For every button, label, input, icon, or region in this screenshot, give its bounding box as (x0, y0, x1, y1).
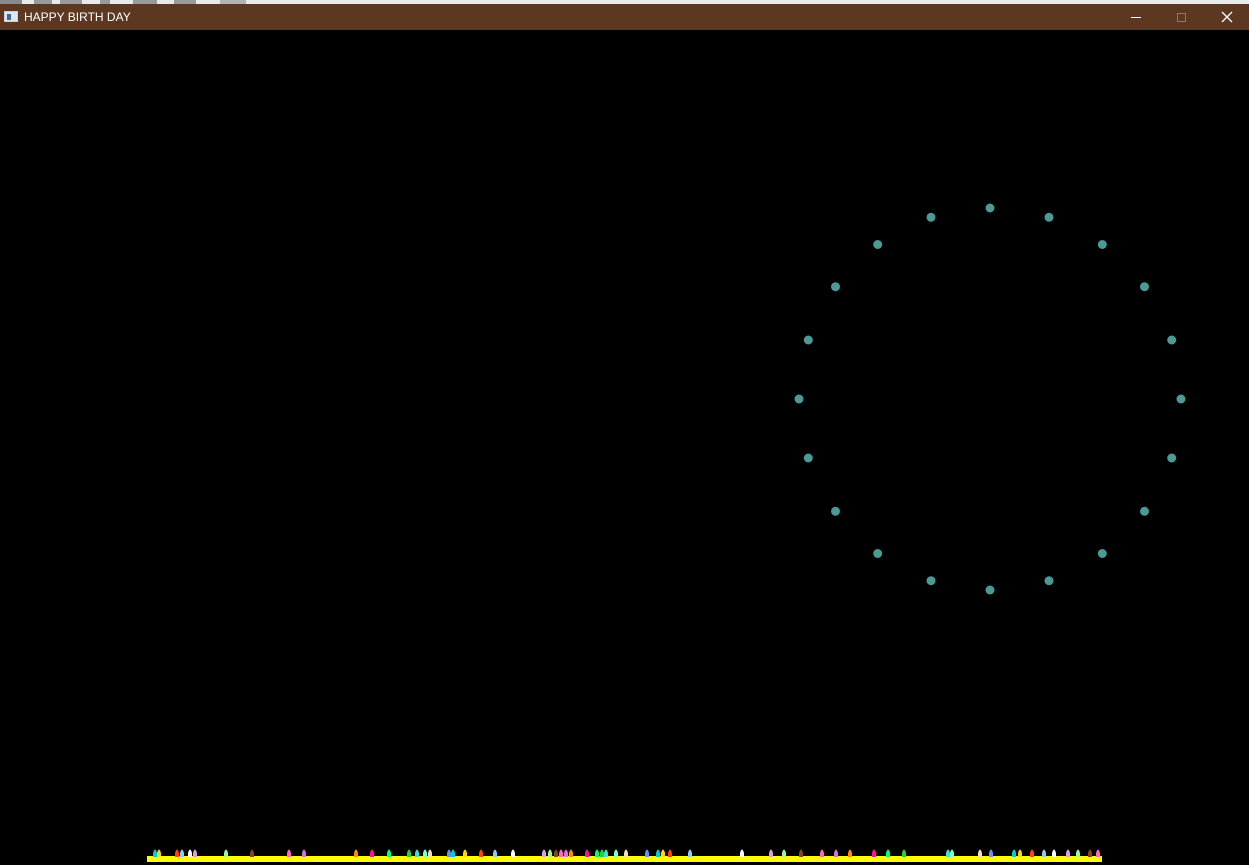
candle (175, 849, 179, 857)
candle (542, 849, 546, 857)
candle (153, 849, 157, 857)
candle (688, 849, 692, 857)
firework-spark (1167, 453, 1177, 463)
candle (1012, 849, 1016, 857)
firework-spark (926, 212, 936, 222)
candle (740, 849, 744, 857)
candle (946, 849, 950, 857)
candle (978, 849, 982, 857)
candle (1096, 849, 1100, 857)
firework-spark (1167, 335, 1177, 345)
candle (387, 849, 391, 857)
candle (604, 849, 608, 857)
candle (250, 849, 254, 857)
firework-spark (803, 335, 813, 345)
candle (559, 849, 563, 857)
window-title: HAPPY BIRTH DAY (24, 10, 131, 24)
firework-spark (1097, 240, 1107, 249)
game-canvas[interactable] (0, 30, 1249, 865)
candle (302, 849, 306, 857)
candle (564, 849, 568, 857)
close-icon (1221, 11, 1233, 23)
candle (834, 849, 838, 857)
firework-spark (1140, 282, 1149, 292)
candle (656, 849, 660, 857)
firework-spark (1044, 212, 1054, 222)
app-icon (4, 11, 18, 22)
candle (614, 849, 618, 857)
candle (799, 849, 803, 857)
candle (548, 849, 552, 857)
firework-spark (794, 394, 804, 404)
candle (1076, 849, 1080, 857)
candle (902, 849, 906, 857)
firework-spark (1044, 576, 1054, 586)
candle (511, 849, 515, 857)
candle (782, 849, 786, 857)
candle (287, 849, 291, 857)
candles (153, 849, 1100, 857)
firework (794, 203, 1186, 595)
firework-spark (873, 240, 883, 249)
candle (193, 849, 197, 857)
candle (569, 849, 573, 857)
firework-spark (985, 203, 995, 213)
minimize-button[interactable] (1113, 4, 1159, 30)
candle (180, 849, 184, 857)
maximize-button[interactable] (1158, 4, 1204, 30)
firework-spark (926, 576, 936, 586)
candle (872, 849, 876, 857)
title-bar[interactable]: HAPPY BIRTH DAY (0, 4, 1249, 30)
candle (370, 849, 374, 857)
firework-spark (1176, 394, 1186, 404)
candle (989, 849, 993, 857)
candle (1088, 849, 1092, 857)
candle (1066, 849, 1070, 857)
firework-spark (1140, 506, 1149, 516)
firework-spark (831, 506, 840, 516)
firework-spark (803, 453, 813, 463)
app-window: HAPPY BIRTH DAY (0, 0, 1249, 865)
minimize-icon (1131, 16, 1141, 18)
candle (1030, 849, 1034, 857)
firework-spark (873, 549, 883, 558)
candle (886, 849, 890, 857)
candle (950, 849, 954, 857)
candle (1042, 849, 1046, 857)
candle (1052, 849, 1056, 857)
candle (428, 849, 432, 857)
candle (447, 849, 451, 857)
candle (600, 849, 604, 857)
candle (423, 849, 427, 857)
candle (624, 849, 628, 857)
candle (848, 849, 852, 857)
candle (407, 849, 411, 857)
maximize-icon (1176, 12, 1186, 22)
candle (188, 849, 192, 857)
candle (415, 849, 419, 857)
candle (493, 849, 497, 857)
candle (479, 849, 483, 857)
candle (769, 849, 773, 857)
scene-svg (147, 203, 1186, 862)
candle (668, 849, 672, 857)
candle (554, 849, 558, 857)
candle (661, 849, 665, 857)
firework-spark (831, 282, 840, 292)
candle (820, 849, 824, 857)
firework-spark (1097, 549, 1107, 558)
close-button[interactable] (1204, 4, 1249, 30)
candle (1018, 849, 1022, 857)
candle (585, 849, 589, 857)
candle (451, 849, 455, 857)
candle (224, 849, 228, 857)
candle (595, 849, 599, 857)
candle (157, 849, 161, 857)
firework-spark (985, 585, 995, 595)
candle (645, 849, 649, 857)
candle (463, 849, 467, 857)
candle (354, 849, 358, 857)
